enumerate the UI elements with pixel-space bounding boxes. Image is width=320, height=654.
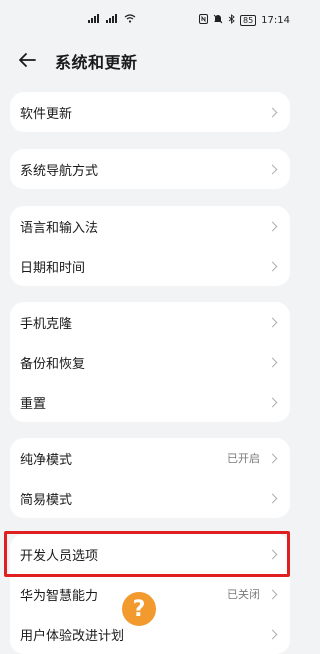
item-label: 备份和恢复 bbox=[20, 356, 86, 372]
clock: 17:14 bbox=[261, 15, 290, 26]
back-arrow-icon[interactable] bbox=[18, 50, 38, 70]
chevron-right-icon bbox=[268, 357, 278, 367]
chevron-right-icon bbox=[268, 107, 278, 117]
chevron-right-icon bbox=[268, 493, 278, 503]
page-header: 系统和更新 bbox=[0, 40, 300, 80]
item-status: 已关闭 bbox=[227, 588, 260, 601]
chevron-right-icon bbox=[268, 317, 278, 327]
list-item-software-update[interactable]: 软件更新 bbox=[10, 92, 290, 132]
network-indicators bbox=[88, 14, 136, 26]
settings-card: 语言和输入法 日期和时间 bbox=[10, 206, 290, 286]
status-bar: 85 17:14 bbox=[0, 0, 300, 36]
settings-card: 纯净模式 已开启 简易模式 bbox=[10, 438, 290, 518]
chevron-right-icon bbox=[268, 453, 278, 463]
item-label: 系统导航方式 bbox=[20, 163, 99, 179]
settings-card: 手机克隆 备份和恢复 重置 bbox=[10, 302, 290, 422]
battery-icon: 85 bbox=[239, 15, 257, 26]
settings-card: 软件更新 bbox=[10, 92, 290, 132]
page-title: 系统和更新 bbox=[55, 53, 138, 72]
item-label: 用户体验改进计划 bbox=[20, 628, 125, 644]
chevron-right-icon bbox=[268, 589, 278, 599]
chevron-right-icon bbox=[268, 164, 278, 174]
status-right: 85 17:14 bbox=[198, 14, 290, 27]
mute-icon bbox=[213, 14, 223, 27]
signal-icon bbox=[106, 14, 120, 26]
chevron-right-icon bbox=[268, 221, 278, 231]
list-item-date-time[interactable]: 日期和时间 bbox=[10, 246, 290, 286]
chevron-right-icon bbox=[268, 549, 278, 559]
chevron-right-icon bbox=[268, 629, 278, 639]
item-status: 已开启 bbox=[227, 452, 260, 465]
list-item-phone-clone[interactable]: 手机克隆 bbox=[10, 302, 290, 342]
item-label: 语言和输入法 bbox=[20, 220, 99, 236]
item-label: 手机克隆 bbox=[20, 316, 73, 332]
nfc-icon bbox=[198, 14, 208, 27]
item-label: 开发人员选项 bbox=[20, 548, 99, 564]
bluetooth-icon bbox=[228, 14, 235, 27]
chevron-right-icon bbox=[268, 261, 278, 271]
list-item-simple-mode[interactable]: 简易模式 bbox=[10, 478, 290, 518]
signal-icon bbox=[88, 14, 102, 26]
chevron-right-icon bbox=[268, 397, 278, 407]
settings-card: 系统导航方式 bbox=[10, 149, 290, 189]
item-label: 简易模式 bbox=[20, 492, 73, 508]
question-mark-icon: ? bbox=[120, 590, 158, 628]
wifi-icon bbox=[124, 14, 136, 26]
list-item-pure-mode[interactable]: 纯净模式 已开启 bbox=[10, 438, 290, 478]
list-item-language-input[interactable]: 语言和输入法 bbox=[10, 206, 290, 246]
item-label: 软件更新 bbox=[20, 106, 73, 122]
list-item-developer-options[interactable]: 开发人员选项 bbox=[10, 534, 290, 574]
list-item-reset[interactable]: 重置 bbox=[10, 382, 290, 422]
item-label: 日期和时间 bbox=[20, 260, 86, 276]
list-item-backup-restore[interactable]: 备份和恢复 bbox=[10, 342, 290, 382]
item-label: 纯净模式 bbox=[20, 452, 73, 468]
item-label: 重置 bbox=[20, 396, 47, 412]
list-item-navigation[interactable]: 系统导航方式 bbox=[10, 149, 290, 189]
